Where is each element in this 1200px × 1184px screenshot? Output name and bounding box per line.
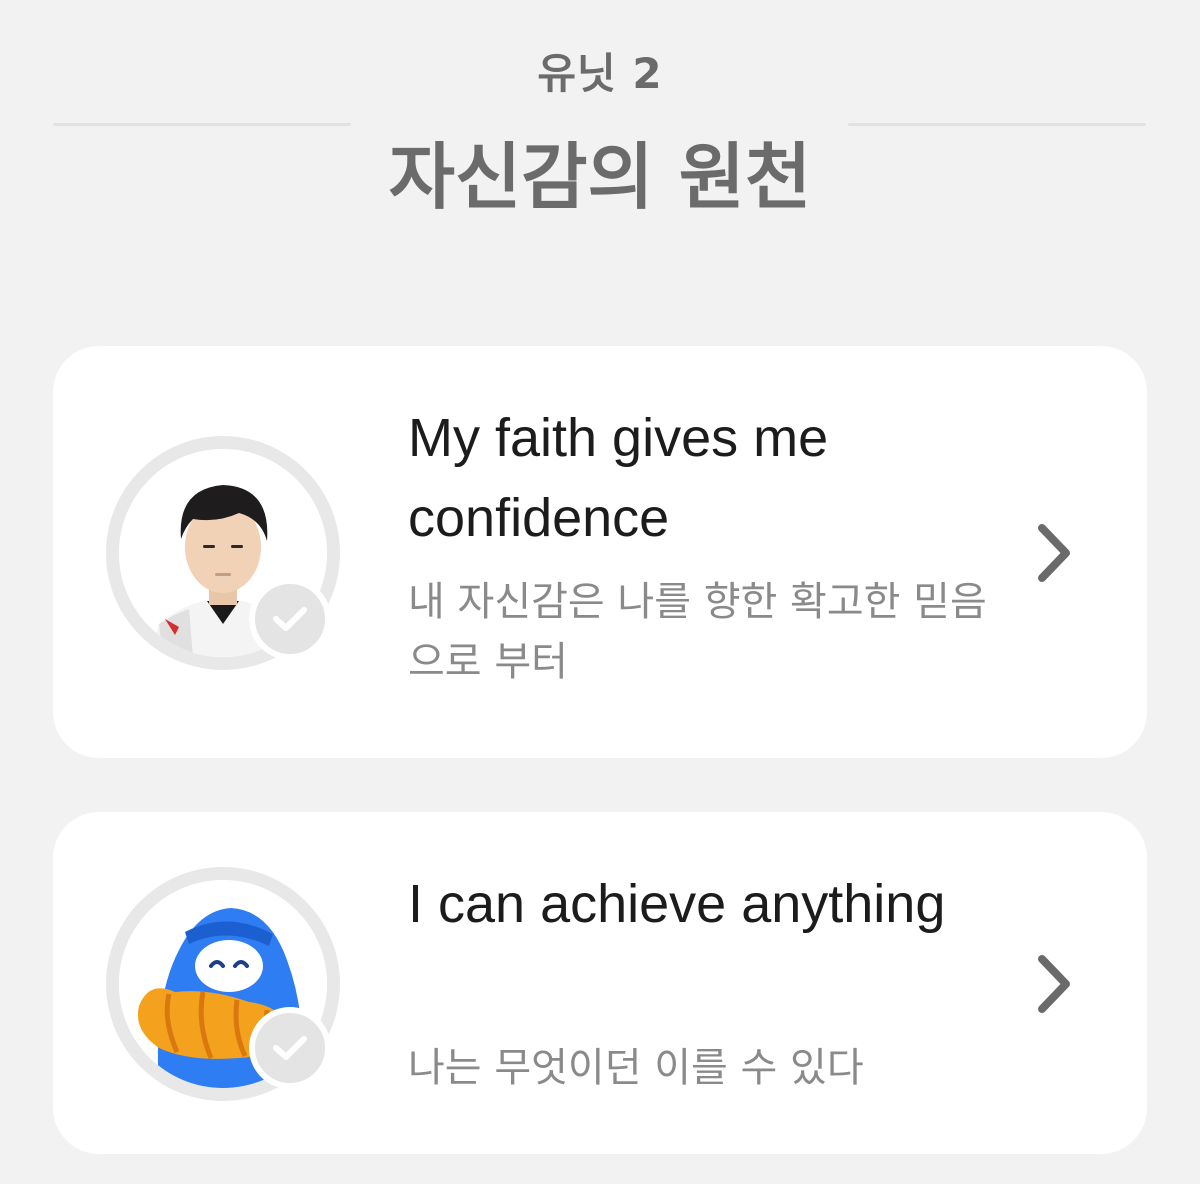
unit-title: 자신감의 원천 — [388, 135, 812, 219]
lesson-card[interactable]: I can achieve anything 나는 무엇이던 이를 수 있다 — [53, 812, 1147, 1154]
unit-label: 유닛 2 — [537, 49, 663, 98]
completed-badge — [249, 1007, 331, 1089]
lesson-subtitle: 나는 무엇이던 이를 수 있다 — [408, 1045, 864, 1091]
lesson-subtitle: 내 자신감은 나를 향한 확고한 믿음으로 부터 — [408, 579, 987, 685]
lesson-card[interactable]: My faith gives me confidence 내 자신감은 나를 향… — [53, 346, 1147, 758]
chevron-right-icon[interactable] — [1028, 949, 1078, 1019]
completed-badge — [249, 578, 331, 660]
lesson-title: My faith gives me confidence — [408, 408, 829, 548]
check-icon — [273, 607, 307, 631]
check-icon — [273, 1036, 307, 1060]
chevron-right-icon[interactable] — [1028, 518, 1078, 588]
unit-header: 유닛 2 자신감의 원천 — [0, 0, 1200, 230]
lesson-title: I can achieve anything — [408, 874, 946, 934]
